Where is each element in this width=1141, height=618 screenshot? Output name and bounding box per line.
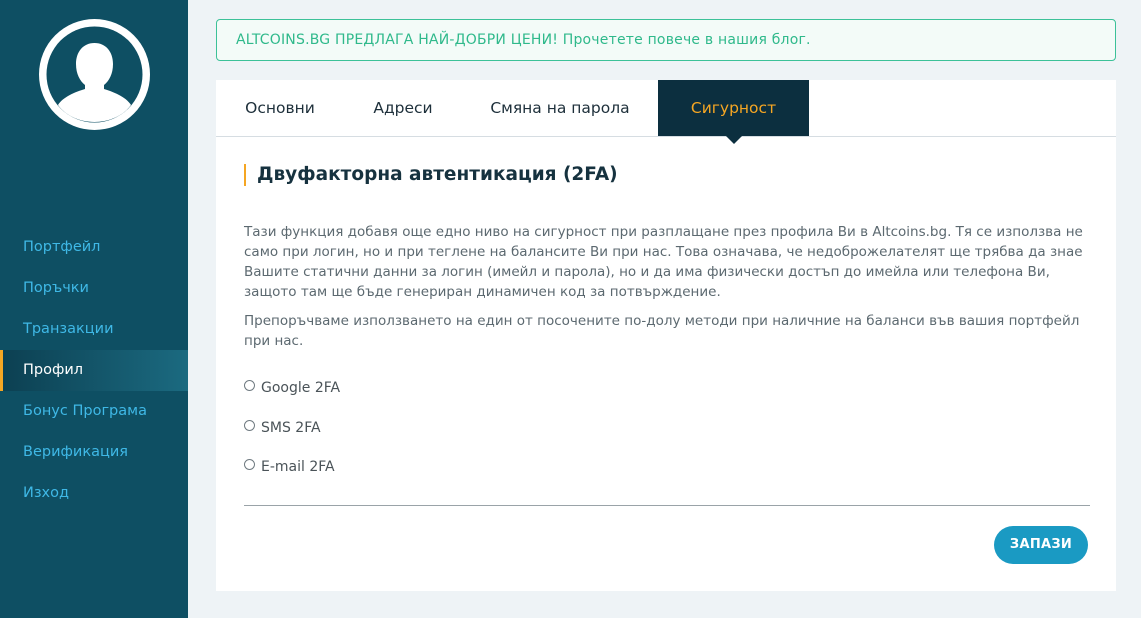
description-paragraph: Тази функция добавя още едно ниво на сиг… xyxy=(244,224,1083,300)
sidebar-item-verification[interactable]: Верификация xyxy=(0,432,188,473)
save-button[interactable]: ЗАПАЗИ xyxy=(994,526,1088,564)
sidebar-item-logout[interactable]: Изход xyxy=(0,473,188,514)
tab-basic[interactable]: Основни xyxy=(216,80,344,136)
option-sms-2fa[interactable]: SMS 2FA xyxy=(244,418,321,438)
sidebar: Портфейл Поръчки Транзакции Профил Бонус… xyxy=(0,0,188,618)
option-label: Google 2FA xyxy=(261,380,341,396)
sidebar-item-bonus-program[interactable]: Бонус Програма xyxy=(0,391,188,432)
sidebar-item-transactions[interactable]: Транзакции xyxy=(0,309,188,350)
tab-change-password[interactable]: Смяна на парола xyxy=(462,80,658,136)
sidebar-item-profile[interactable]: Профил xyxy=(0,350,188,391)
user-silhouette-icon xyxy=(46,26,143,123)
section-title: Двуфакторна автентикация (2FA) xyxy=(244,164,618,186)
option-google-2fa[interactable]: Google 2FA xyxy=(244,378,340,398)
avatar[interactable] xyxy=(39,19,150,130)
radio-button[interactable] xyxy=(244,459,255,470)
option-label: E-mail 2FA xyxy=(261,459,335,475)
tab-security[interactable]: Сигурност xyxy=(658,80,809,144)
profile-panel: Основни Адреси Смяна на парола Сигурност… xyxy=(216,80,1116,591)
recommendation-paragraph: Препоръчваме използването на един от пос… xyxy=(244,313,1080,349)
tab-addresses[interactable]: Адреси xyxy=(344,80,462,136)
promo-banner[interactable]: ALTCOINS.BG ПРЕДЛАГА НАЙ-ДОБРИ ЦЕНИ! Про… xyxy=(216,19,1116,61)
sidebar-item-orders[interactable]: Поръчки xyxy=(0,268,188,309)
sidebar-item-portfolio[interactable]: Портфейл xyxy=(0,227,188,268)
option-email-2fa[interactable]: E-mail 2FA xyxy=(244,457,335,477)
sidebar-nav: Портфейл Поръчки Транзакции Профил Бонус… xyxy=(0,227,188,514)
radio-button[interactable] xyxy=(244,420,255,431)
option-label: SMS 2FA xyxy=(261,420,321,436)
profile-tabs: Основни Адреси Смяна на парола Сигурност xyxy=(216,80,1116,144)
radio-button[interactable] xyxy=(244,380,255,391)
divider xyxy=(244,505,1090,506)
